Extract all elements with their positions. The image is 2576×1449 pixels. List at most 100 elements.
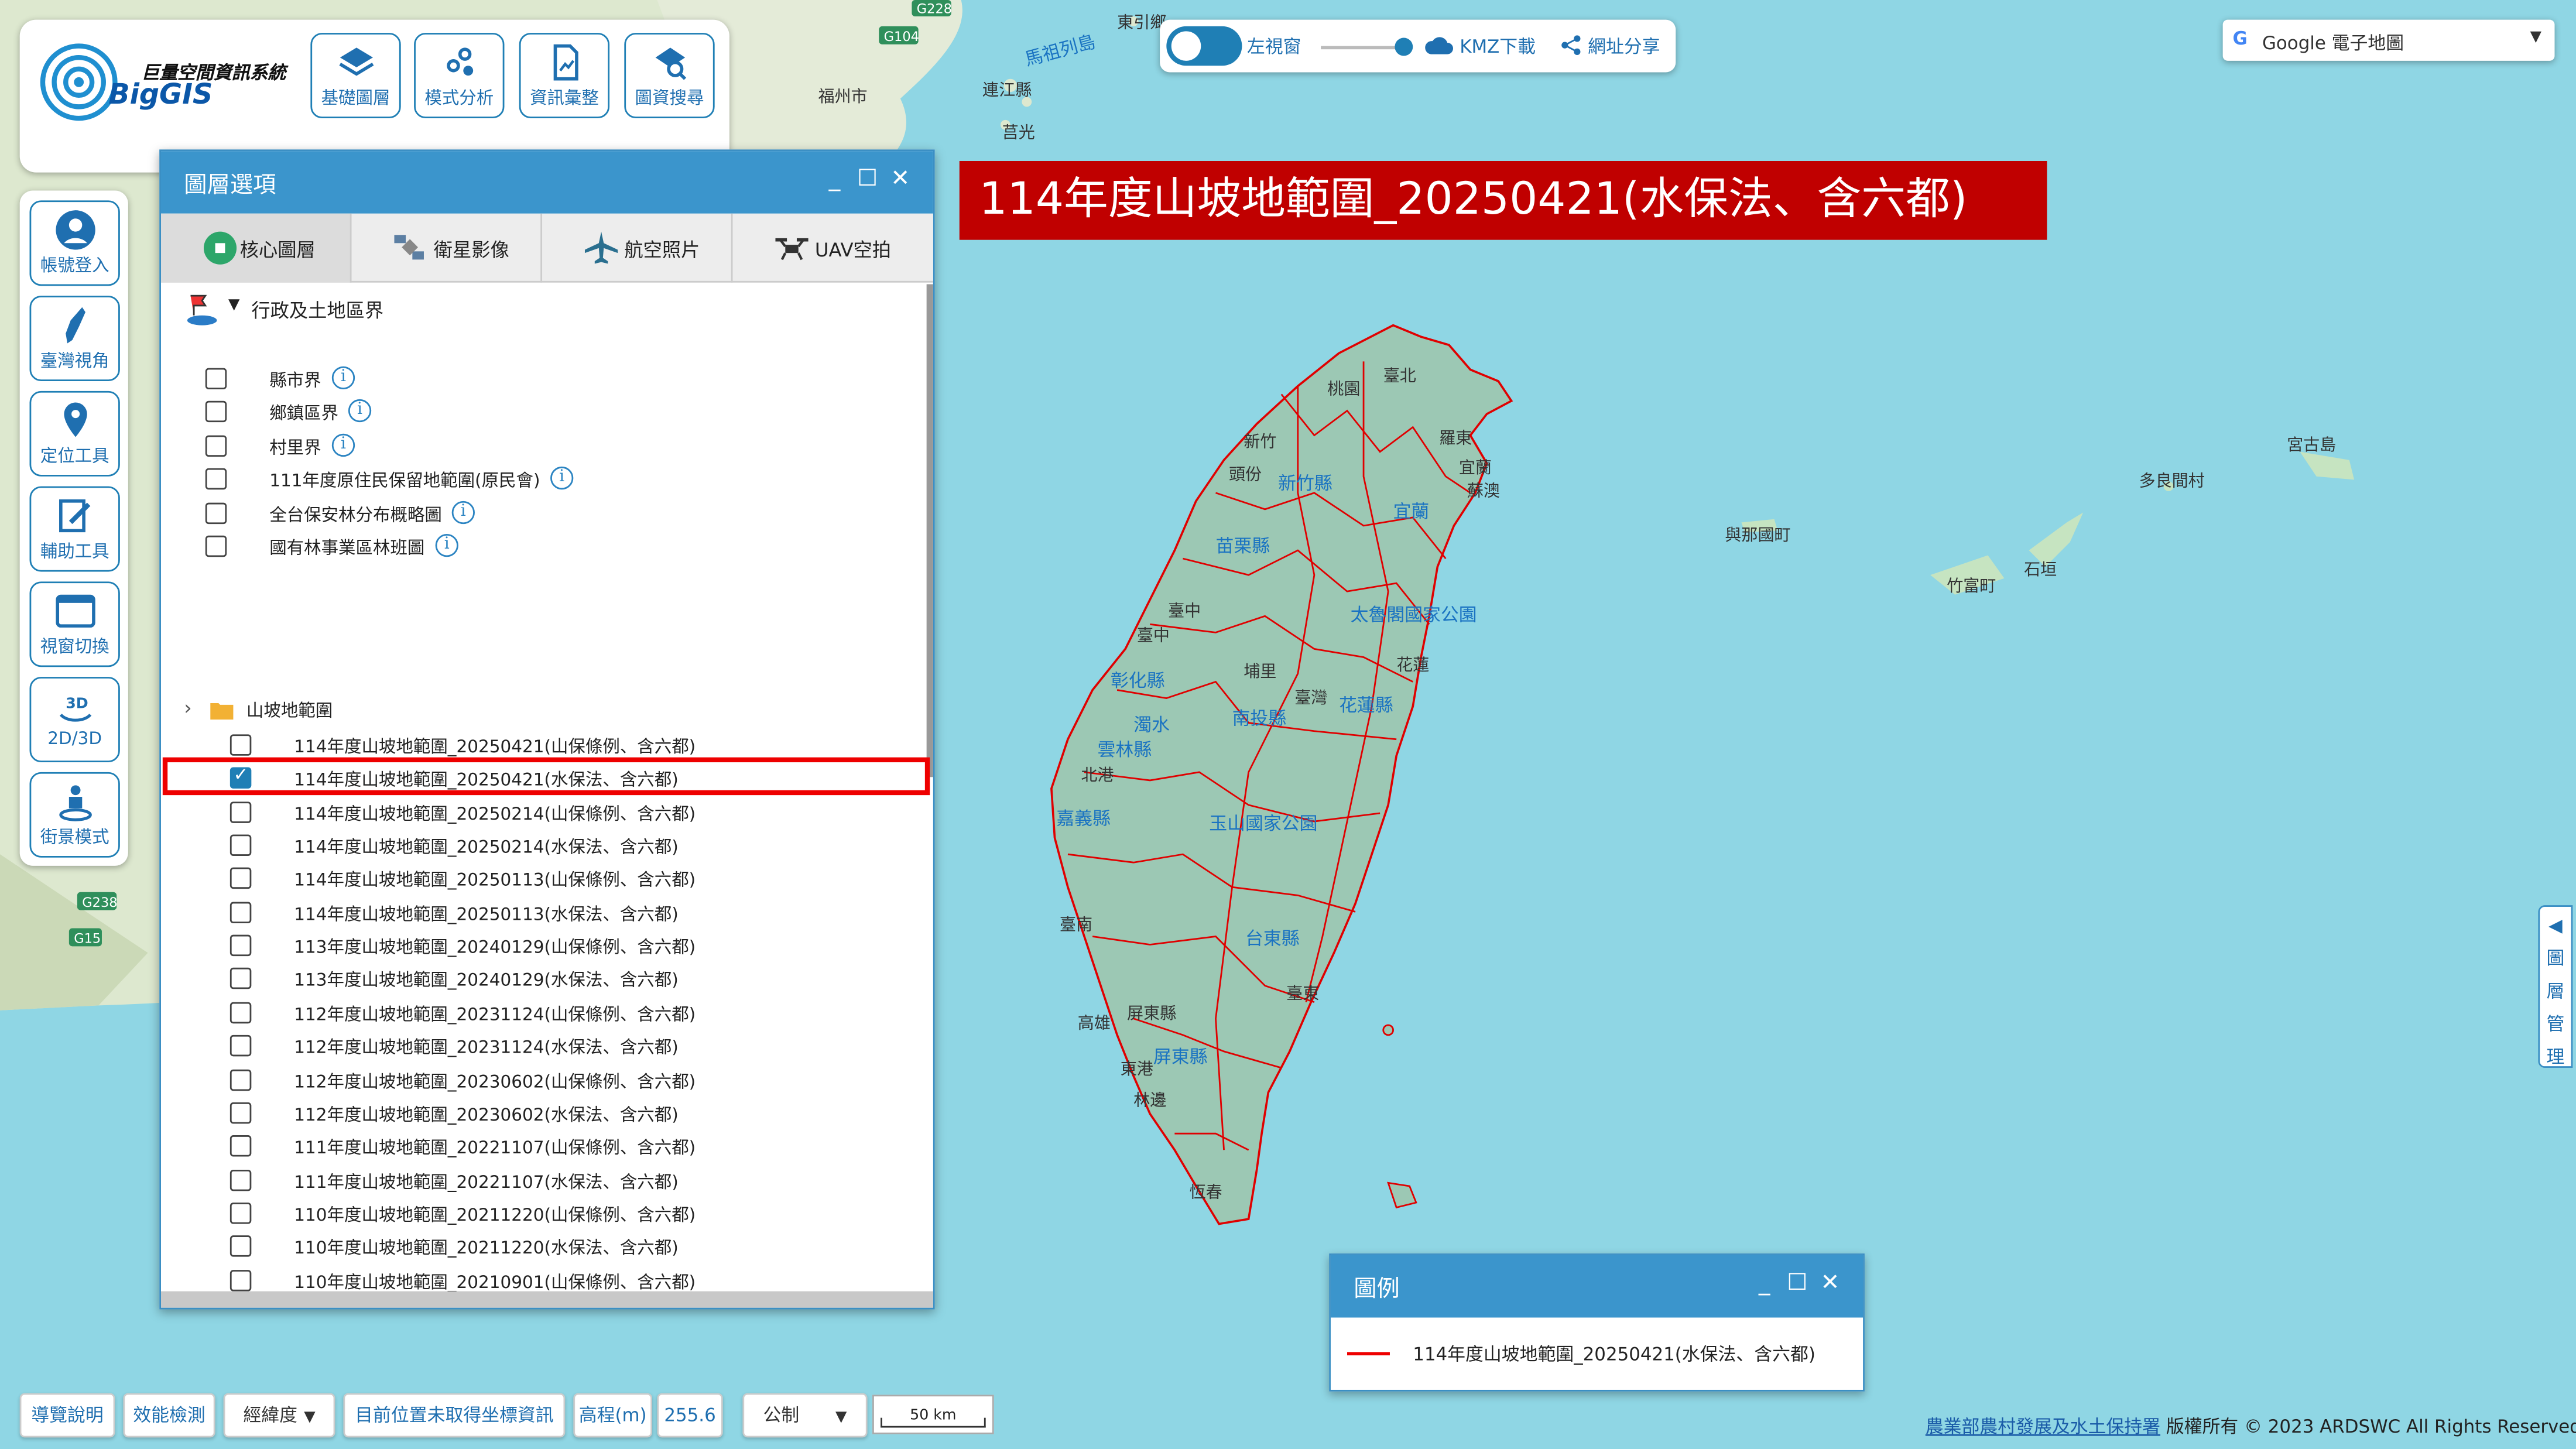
minimize-icon[interactable]: _ — [821, 166, 848, 192]
admin-layer-checkbox[interactable] — [205, 535, 227, 557]
slope-layer-row[interactable]: 112年度山坡地範圍_20230602(山保條例、含六都) — [161, 1066, 917, 1095]
slope-layer-row[interactable]: 110年度山坡地範圍_20210901(山保條例、含六都) — [161, 1266, 917, 1292]
tab-uav[interactable]: UAV空拍 — [733, 214, 924, 283]
slope-layer-checkbox[interactable] — [229, 1202, 252, 1224]
slope-layer-row[interactable]: 111年度山坡地範圍_20221107(水保法、含六都) — [161, 1166, 917, 1195]
locate-tool-button[interactable]: 定位工具 — [29, 390, 120, 477]
admin-layer-checkbox[interactable] — [205, 368, 227, 390]
admin-layer-row[interactable]: 村里界 i — [161, 431, 917, 461]
slope-layer-checkbox[interactable] — [229, 1269, 252, 1291]
toolbar-image-search-button[interactable]: 圖資搜尋 — [624, 33, 715, 119]
slope-layer-checkbox[interactable] — [229, 868, 252, 890]
svg-text:與那國町: 與那國町 — [1725, 525, 1790, 544]
slope-layer-checkbox[interactable] — [229, 1235, 252, 1258]
tab-core-layers-label: 核心圖層 — [239, 238, 316, 262]
left-view-toggle[interactable] — [1166, 26, 1242, 66]
window-switch-button[interactable]: 視窗切換 — [29, 581, 120, 667]
share-url-button[interactable]: 網址分享 — [1561, 33, 1660, 59]
tab-aerial-photo[interactable]: 航空照片 — [542, 213, 733, 283]
basemap-select[interactable]: G Google 電子地圖 ▼ — [2222, 19, 2555, 61]
guide-button[interactable]: 導覽說明 — [19, 1393, 115, 1438]
admin-layer-row[interactable]: 111年度原住民保留地範圍(原民會) i — [161, 465, 917, 495]
slope-layer-checkbox[interactable] — [229, 834, 252, 857]
svg-text:宜蘭: 宜蘭 — [1459, 458, 1492, 477]
slope-layer-row[interactable]: 114年度山坡地範圍_20250113(水保法、含六都) — [161, 898, 917, 928]
slope-layer-checkbox[interactable] — [229, 1169, 252, 1191]
slope-layer-row[interactable]: 114年度山坡地範圍_20250214(水保法、含六都) — [161, 831, 917, 861]
tab-satellite[interactable]: 衛星影像 — [352, 213, 543, 283]
slope-layer-checkbox[interactable] — [229, 1002, 252, 1023]
unit-system-select[interactable]: 公制 ▼ — [742, 1393, 868, 1438]
info-icon[interactable]: i — [331, 433, 355, 457]
legend-maximize-icon[interactable]: ☐ — [1784, 1270, 1810, 1296]
slope-layer-checkbox[interactable] — [229, 1135, 252, 1157]
street-view-button[interactable]: 街景模式 — [29, 772, 120, 858]
slope-layer-checkbox[interactable] — [229, 734, 252, 756]
kmz-download-button[interactable]: KMZ下載 — [1424, 33, 1536, 59]
slope-layer-row[interactable]: 111年度山坡地範圍_20221107(山保條例、含六都) — [161, 1132, 917, 1162]
svg-text:G228: G228 — [917, 1, 952, 16]
slope-layer-row[interactable]: 114年度山坡地範圍_20250214(山保條例、含六都) — [161, 798, 917, 828]
auxiliary-tools-button[interactable]: 輔助工具 — [29, 486, 120, 572]
toolbar-basic-layers-button[interactable]: 基礎圖層 — [310, 33, 401, 119]
slope-layer-label: 113年度山坡地範圍_20240129(水保法、含六都) — [294, 971, 679, 992]
tab-core-layers[interactable]: 核心圖層 — [160, 213, 352, 283]
legend-header[interactable]: 圖例 _ ☐ ✕ — [1330, 1255, 1864, 1318]
toolbar-info-collect-button[interactable]: 資訊彙整 — [519, 33, 610, 119]
svg-text:東引鄉: 東引鄉 — [1117, 13, 1166, 32]
slope-layer-label: 114年度山坡地範圍_20250113(水保法、含六都) — [294, 905, 679, 925]
panel-header[interactable]: 圖層選項 _ ☐ ✕ — [160, 151, 933, 214]
svg-text:嘉義縣: 嘉義縣 — [1056, 809, 1111, 830]
toolbar-model-analysis-button[interactable]: 模式分析 — [414, 33, 505, 119]
slope-layer-row[interactable]: 112年度山坡地範圍_20231124(水保法、含六都) — [161, 1032, 917, 1062]
info-icon[interactable]: i — [451, 500, 475, 524]
agency-link[interactable]: 農業部農村發展及水土保持署 — [1926, 1416, 2160, 1437]
slope-layer-row[interactable]: 110年度山坡地範圍_20211220(山保條例、含六都) — [161, 1199, 917, 1229]
slope-layer-checkbox[interactable] — [229, 801, 252, 823]
slope-layer-checkbox[interactable] — [229, 934, 252, 957]
slope-layer-checkbox[interactable] — [229, 968, 252, 990]
taiwan-view-button[interactable]: 臺灣視角 — [29, 296, 120, 382]
account-login-button[interactable]: 帳號登入 — [29, 200, 120, 286]
legend-close-icon[interactable]: ✕ — [1817, 1270, 1844, 1296]
info-icon[interactable]: i — [331, 366, 355, 390]
toolbar-image-search-label: 圖資搜尋 — [635, 88, 704, 109]
layer-tree: ▼ 行政及土地區界 縣市界 i 鄉鎮區界 i 村里界 i 111年度原住民保留地範圍(原民會… — [161, 284, 933, 1292]
performance-check-button[interactable]: 效能檢測 — [123, 1393, 215, 1438]
slope-layer-row[interactable]: 114年度山坡地範圍_20250421(山保條例、含六都) — [161, 731, 917, 761]
admin-layer-checkbox[interactable] — [205, 401, 227, 423]
slope-layer-row[interactable]: 114年度山坡地範圍_20250113(山保條例、含六都) — [161, 865, 917, 895]
coordinate-mode-select[interactable]: 經緯度 ▼ — [223, 1393, 335, 1438]
google-g-icon: G — [2232, 28, 2248, 50]
slope-layer-checkbox[interactable] — [229, 1102, 252, 1123]
close-icon[interactable]: ✕ — [887, 166, 913, 192]
slope-layer-row[interactable]: 113年度山坡地範圍_20240129(水保法、含六都) — [161, 965, 917, 995]
opacity-slider-track[interactable] — [1321, 46, 1403, 50]
layer-management-tab[interactable]: ◀ 圖 層 管 理 — [2538, 905, 2573, 1068]
slope-layer-row[interactable]: 110年度山坡地範圍_20211220(水保法、含六都) — [161, 1232, 917, 1262]
admin-layer-checkbox[interactable] — [205, 435, 227, 457]
admin-layer-row[interactable]: 鄉鎮區界 i — [161, 398, 917, 428]
toggle-2d-3d-button[interactable]: 3D 2D/3D — [29, 677, 120, 763]
info-icon[interactable]: i — [348, 399, 372, 423]
svg-text:臺中: 臺中 — [1137, 625, 1170, 645]
admin-layer-row[interactable]: 縣市界 i — [161, 365, 917, 395]
slope-layer-checkbox[interactable] — [229, 901, 252, 923]
opacity-slider-handle[interactable] — [1395, 37, 1413, 56]
slope-layer-label: 110年度山坡地範圍_20210901(山保條例、含六都) — [294, 1272, 696, 1292]
slope-layer-row[interactable]: 113年度山坡地範圍_20240129(山保條例、含六都) — [161, 931, 917, 961]
admin-layer-checkbox[interactable] — [205, 502, 227, 524]
admin-layer-checkbox[interactable] — [205, 468, 227, 490]
svg-text:太魯閣國家公園: 太魯閣國家公園 — [1351, 605, 1477, 626]
admin-layer-row[interactable]: 國有林事業區林班圖 i — [161, 532, 917, 562]
slope-layer-checkbox[interactable] — [229, 1035, 252, 1057]
panel-horizontal-scrollbar[interactable] — [160, 1291, 933, 1308]
info-icon[interactable]: i — [550, 467, 574, 490]
slope-layer-row[interactable]: 112年度山坡地範圍_20230602(水保法、含六都) — [161, 1099, 917, 1129]
legend-minimize-icon[interactable]: _ — [1751, 1270, 1777, 1296]
slope-layer-checkbox[interactable] — [229, 1068, 252, 1090]
admin-layer-row[interactable]: 全台保安林分布概略圖 i — [161, 499, 917, 529]
info-icon[interactable]: i — [435, 533, 458, 557]
maximize-icon[interactable]: ☐ — [854, 166, 881, 192]
slope-layer-row[interactable]: 112年度山坡地範圍_20231124(山保條例、含六都) — [161, 999, 917, 1029]
